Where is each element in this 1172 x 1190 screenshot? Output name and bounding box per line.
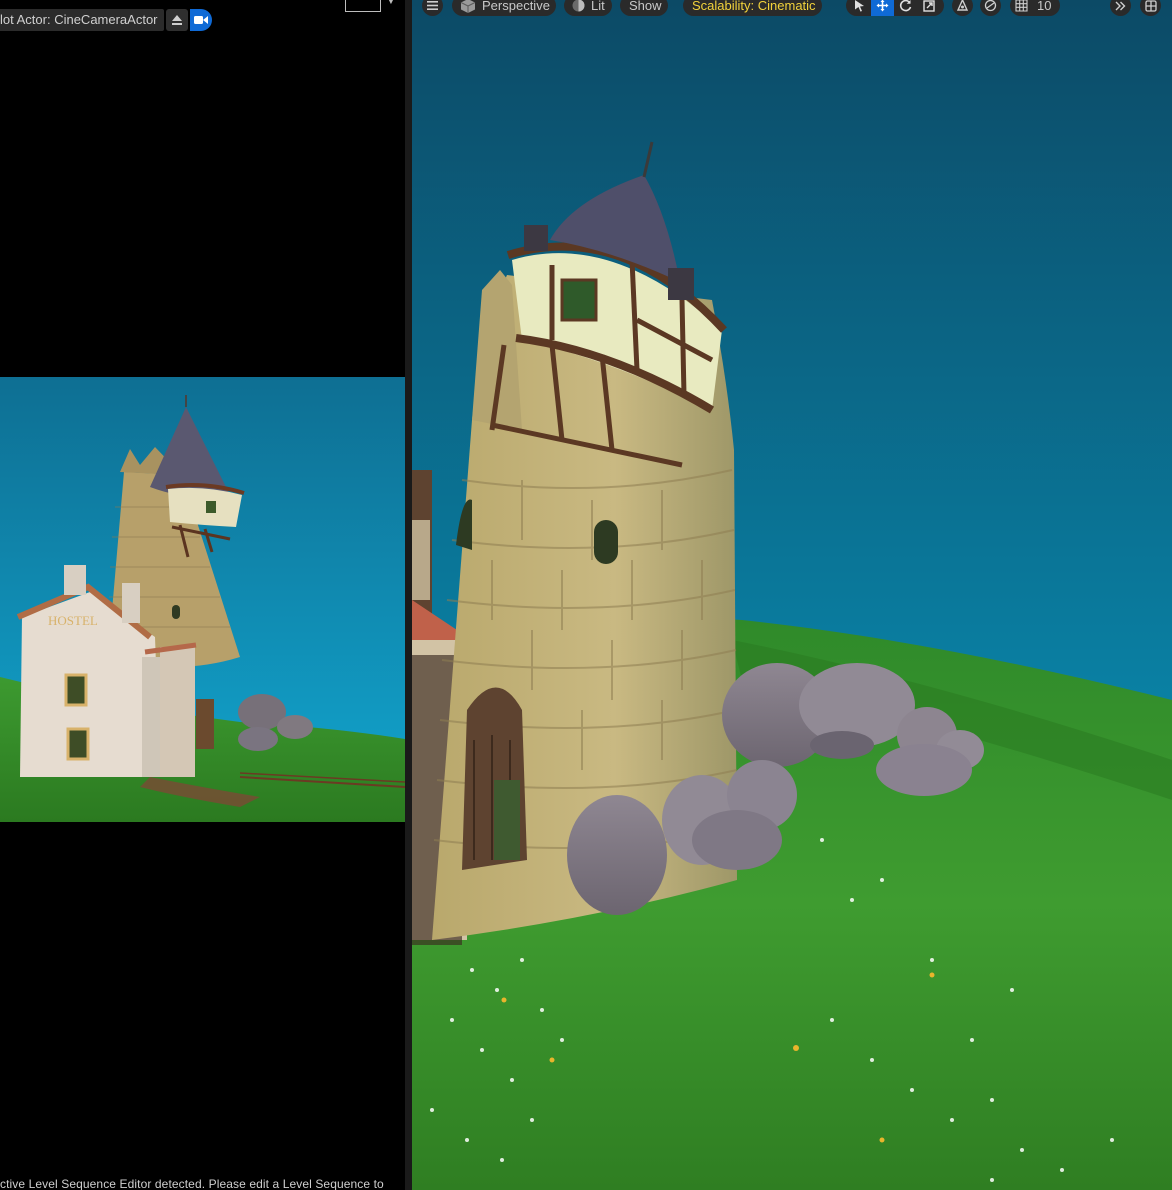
transform-tools-group — [846, 0, 944, 16]
perspective-button[interactable]: Perspective — [452, 0, 556, 16]
translate-icon[interactable] — [871, 0, 894, 16]
sequencer-status-message: ctive Level Sequence Editor detected. Pl… — [0, 1177, 384, 1190]
pilot-toolbar: lot Actor: CineCameraActor — [0, 8, 212, 32]
viewport-splitter[interactable] — [405, 0, 412, 1190]
scalability-button[interactable]: Scalability: Cinematic — [683, 0, 822, 16]
show-button[interactable]: Show — [620, 0, 668, 16]
scalability-label: Scalability: Cinematic — [692, 0, 816, 13]
lit-button[interactable]: Lit — [564, 0, 612, 16]
video-camera-icon[interactable] — [189, 9, 212, 31]
cinematic-viewport[interactable]: ▼ lot Actor: CineCameraActor HOSTEL ctiv… — [0, 0, 405, 1190]
rotate-icon[interactable] — [894, 0, 917, 16]
viewport-toolbar: Perspective Lit Show Scalability: Cinema… — [412, 0, 1172, 17]
surface-snap-icon[interactable] — [952, 0, 973, 16]
perspective-label: Perspective — [482, 0, 550, 13]
camera-preview-image: HOSTEL — [0, 377, 405, 822]
viewport-layout-icon[interactable] — [1140, 0, 1161, 16]
world-local-icon[interactable] — [980, 0, 1001, 16]
hamburger-menu-icon[interactable] — [422, 0, 443, 16]
select-icon[interactable] — [848, 0, 871, 16]
scale-icon[interactable] — [917, 0, 940, 16]
grid-snap-value: 10 — [1037, 0, 1052, 13]
grid-snap-button[interactable]: 10 — [1010, 0, 1060, 16]
cube-icon — [460, 0, 476, 13]
double-chevron-right-icon[interactable] — [1110, 0, 1131, 16]
grid-icon — [1015, 0, 1028, 12]
lit-sphere-icon — [572, 0, 585, 12]
eject-icon[interactable] — [165, 9, 188, 31]
lit-label: Lit — [591, 0, 605, 13]
show-label: Show — [629, 0, 662, 13]
chevron-down-icon[interactable]: ▼ — [386, 0, 396, 7]
viewport-size-widget[interactable] — [345, 0, 381, 12]
pilot-actor-label: lot Actor: CineCameraActor — [0, 9, 164, 31]
hostel-sign: HOSTEL — [48, 613, 98, 628]
viewport-render-image — [412, 0, 1172, 1190]
perspective-viewport[interactable]: Perspective Lit Show Scalability: Cinema… — [412, 0, 1172, 1190]
